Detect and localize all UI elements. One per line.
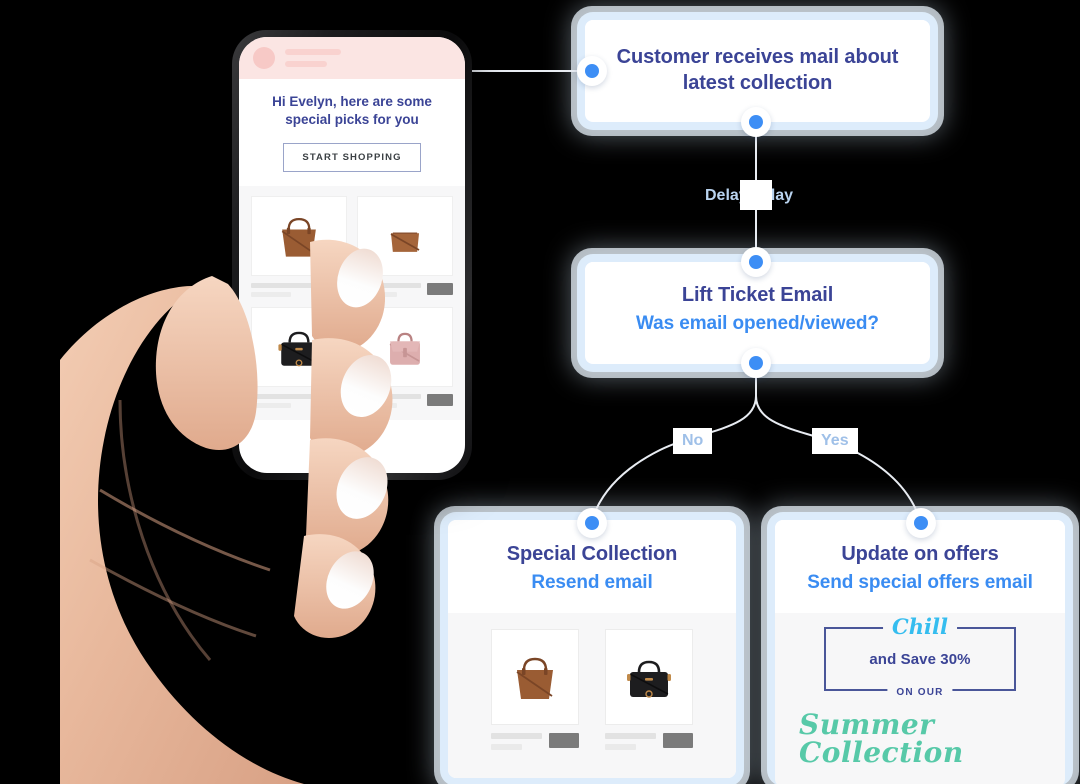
product-price-placeholder [251,403,291,409]
phone-screen[interactable]: Hi Evelyn, here are some special picks f… [239,37,465,473]
product-name-placeholder [251,394,315,400]
email-greeting: Hi Evelyn, here are some special picks f… [272,94,432,128]
email-product-item[interactable] [357,196,453,298]
brown-crossbody-bag-image [357,196,453,277]
product-name-placeholder [357,283,421,289]
email-hero: Hi Evelyn, here are some special picks f… [239,79,465,173]
email-product-grid [239,186,465,421]
delay-label-mask [740,180,772,210]
product-buy-button[interactable] [321,283,347,296]
node2-input-dot[interactable] [741,247,771,277]
node3-input-dot[interactable] [577,508,607,538]
edge-label-no: No [673,428,713,454]
branch-curves [591,395,921,521]
email-product-item[interactable] [357,307,453,409]
product-buy-button[interactable] [321,394,347,407]
email-client-header [239,37,465,79]
product-buy-button[interactable] [427,283,453,296]
sender-placeholder [285,49,341,67]
product-price-placeholder [357,292,397,298]
pink-handbag-image [357,307,453,388]
product-name-placeholder [251,283,315,289]
black-satchel-bag-image [251,307,347,388]
node1-input-dot[interactable] [577,56,607,86]
product-price-placeholder [251,292,291,298]
email-product-item[interactable] [251,307,347,409]
avatar [253,47,275,69]
node2-output-dot[interactable] [741,348,771,378]
phone-mockup: Hi Evelyn, here are some special picks f… [232,30,472,480]
phone-frame: Hi Evelyn, here are some special picks f… [232,30,472,480]
product-price-placeholder [357,403,397,409]
email-product-item[interactable] [251,196,347,298]
node1-output-dot[interactable] [741,107,771,137]
product-name-placeholder [357,394,421,400]
brown-tote-bag-image [251,196,347,277]
product-buy-button[interactable] [427,394,453,407]
node4-input-dot[interactable] [906,508,936,538]
workflow-canvas: Delay 1 day No Yes Customer receives mai… [0,0,1080,784]
edge-label-yes: Yes [812,428,858,454]
start-shopping-button[interactable]: START SHOPPING [283,143,421,173]
